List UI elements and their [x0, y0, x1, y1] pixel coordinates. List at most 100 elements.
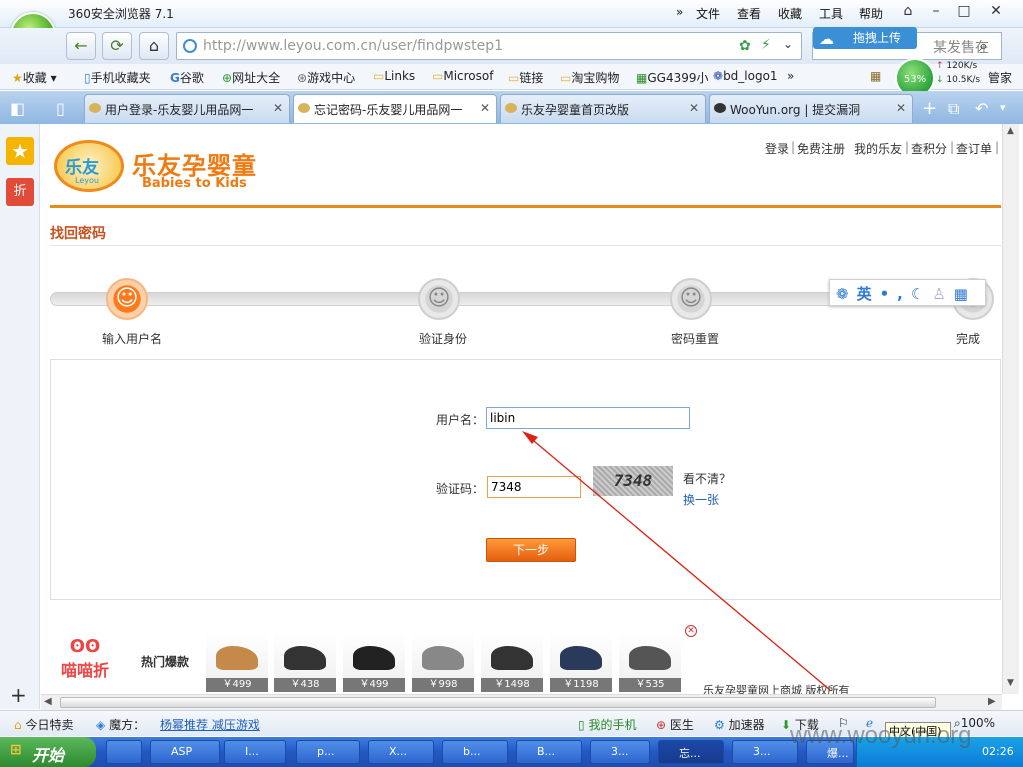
link-login[interactable]: 登录 [765, 140, 789, 157]
menu-help[interactable]: 帮助 [859, 5, 883, 22]
bookmark-hao[interactable]: ⊕网址大全 [222, 69, 280, 86]
tab-close-icon[interactable]: ✕ [480, 101, 490, 115]
menu-favorites[interactable]: 收藏 [778, 5, 802, 22]
sidebar-toggle-icon[interactable]: ◧ [10, 99, 25, 118]
menu-view[interactable]: 查看 [737, 5, 761, 22]
tab-close-icon[interactable]: ✕ [896, 101, 906, 115]
bookmark-bdlogo[interactable]: ❁bd_logo1 [713, 69, 778, 83]
moon-icon[interactable]: ☾ [911, 285, 932, 303]
tab-forgot-password[interactable]: 忘记密码-乐友婴儿用品网一 ✕ [293, 94, 497, 123]
taskbar-item[interactable]: 3... [590, 740, 650, 764]
punctuation-icon[interactable]: •, [880, 285, 911, 303]
restore-tab-icon[interactable]: ⧉ [948, 99, 959, 119]
tab-wooyun[interactable]: WooYun.org | 提交漏洞 ✕ [709, 94, 913, 123]
speed-mode-icon[interactable]: ⚡ [761, 37, 771, 53]
daily-deals[interactable]: ⌂ 今日特卖 [14, 716, 73, 733]
tab-user-login[interactable]: 用户登录-乐友婴儿用品网一 ✕ [84, 94, 290, 123]
tab-menu-icon[interactable]: ▾ [1000, 101, 1006, 114]
drag-upload-button[interactable]: ☁ 拖拽上传 [813, 27, 917, 49]
captcha-input[interactable] [487, 476, 581, 498]
scrollbar-thumb[interactable] [60, 697, 936, 708]
tab-close-icon[interactable]: ✕ [273, 101, 283, 115]
taskbar-item[interactable]: p... [296, 740, 360, 764]
vertical-scrollbar[interactable]: ▲ ▼ [1002, 124, 1019, 694]
captcha-image[interactable]: 7348 [593, 466, 673, 496]
taskbar-item[interactable]: B... [516, 740, 582, 764]
back-icon[interactable]: ← [66, 32, 96, 60]
mofang[interactable]: ◈ 魔方： [96, 716, 145, 733]
my-phone[interactable]: ▯ 我的手机 [578, 716, 636, 733]
link-orders[interactable]: 查订单 [956, 140, 992, 157]
taskbar-item[interactable]: b... [442, 740, 508, 764]
menu-file[interactable]: 文件 [696, 5, 720, 22]
bookmark-games[interactable]: ⊛游戏中心 [297, 69, 355, 86]
bookmark-4399[interactable]: ▦GG4399小 [636, 69, 708, 86]
accelerator[interactable]: ⚙ 加速器 [714, 716, 765, 733]
favorites-star-icon[interactable]: ★ [6, 137, 34, 165]
refresh-green-icon[interactable]: ✿ [739, 38, 751, 54]
bookmark-taobao[interactable]: ▭淘宝购物 [560, 69, 619, 86]
link-points[interactable]: 查积分 [911, 140, 947, 157]
tab-leyou-home[interactable]: 乐友孕婴童首页改版 ✕ [500, 94, 706, 123]
search-icon[interactable]: ⌕ [979, 36, 988, 56]
home-icon[interactable]: ⌂ [139, 32, 169, 60]
bookmark-mobile[interactable]: ▯手机收藏夹 [84, 69, 151, 86]
sidebar-add-icon[interactable]: + [10, 683, 27, 707]
url-dropdown-icon[interactable]: ⌄ [783, 37, 793, 51]
taskbar-item[interactable]: X... [368, 740, 434, 764]
taskbar-item[interactable]: I... [224, 740, 286, 764]
bookmarks-more-icon[interactable]: » [787, 69, 794, 83]
product-item[interactable]: ￥438 [274, 632, 336, 692]
address-bar[interactable]: http://www.leyou.com.cn/user/findpwstep1… [176, 32, 802, 60]
link-register[interactable]: 免费注册 [797, 140, 845, 157]
skin-icon[interactable]: ⌂ [897, 3, 919, 21]
product-item[interactable]: ￥499 [206, 632, 268, 692]
ime-toolbar[interactable]: ❁英•,☾♙▦ [829, 279, 986, 306]
product-item[interactable]: ￥535 [619, 632, 681, 692]
tab-close-icon[interactable]: ✕ [689, 101, 699, 115]
scroll-left-icon[interactable]: ◀ [44, 696, 52, 707]
product-item[interactable]: ￥998 [412, 632, 474, 692]
minimize-icon[interactable]: – [925, 3, 947, 21]
bookmark-microsoft[interactable]: ▭Microsof [432, 69, 493, 83]
close-icon[interactable]: ✕ [685, 625, 697, 637]
site-logo[interactable]: 乐友 Leyou [54, 140, 124, 192]
undo-close-icon[interactable]: ↶ [975, 99, 988, 118]
scroll-right-icon[interactable]: ▶ [988, 696, 996, 707]
bookmark-google[interactable]: G谷歌 [170, 69, 204, 86]
taskbar-item-active[interactable]: 忘... [658, 740, 724, 764]
link-my-leyou[interactable]: 我的乐友 [854, 140, 902, 157]
maximize-icon[interactable]: □ [953, 3, 975, 21]
user-icon[interactable]: ♙ [932, 285, 953, 303]
close-window-icon[interactable]: ✕ [985, 3, 1007, 21]
discount-icon[interactable]: 折 [6, 178, 34, 206]
miaomiaozhe-logo[interactable]: ʘʘ 喵喵折 [54, 636, 116, 684]
product-item[interactable]: ￥1498 [481, 632, 543, 692]
menu-tools[interactable]: 工具 [819, 5, 843, 22]
refresh-icon[interactable]: ⟳ [102, 32, 132, 60]
taskbar-item[interactable]: ASP [150, 740, 220, 764]
next-step-button[interactable]: 下一步 [486, 538, 576, 562]
bookmark-guanjia[interactable]: 管家 [988, 69, 1012, 86]
scroll-down-icon[interactable]: ▼ [1007, 678, 1014, 688]
product-item[interactable]: ￥499 [343, 632, 405, 692]
start-button[interactable]: ⊞ 开始 [0, 737, 96, 767]
quick-launch-icon[interactable] [106, 740, 142, 764]
captcha-refresh-link[interactable]: 换一张 [683, 491, 719, 508]
grid-icon[interactable]: ▦ [954, 285, 976, 303]
apps-icon[interactable]: ▦ [870, 69, 881, 83]
menu-more-icon[interactable]: » [676, 5, 683, 19]
username-input[interactable] [486, 407, 690, 429]
scroll-up-icon[interactable]: ▲ [1007, 126, 1014, 136]
bookmark-favorites[interactable]: ★收藏 ▾ [12, 69, 57, 86]
bookmark-links[interactable]: ▭Links [373, 69, 415, 83]
bookmark-links-cn[interactable]: ▭链接 [508, 69, 543, 86]
new-tab-icon[interactable]: + [922, 98, 937, 119]
paw-icon[interactable]: ❁ [836, 285, 857, 303]
product-item[interactable]: ￥1198 [550, 632, 612, 692]
taskbar-item[interactable]: 3... [732, 740, 798, 764]
doctor[interactable]: ⊕ 医生 [656, 716, 694, 733]
tab-list-icon[interactable]: ▯ [56, 99, 65, 118]
promo-link[interactable]: 杨幂推荐 减压游戏 [160, 716, 260, 733]
ime-english-toggle[interactable]: 英 [857, 285, 880, 303]
